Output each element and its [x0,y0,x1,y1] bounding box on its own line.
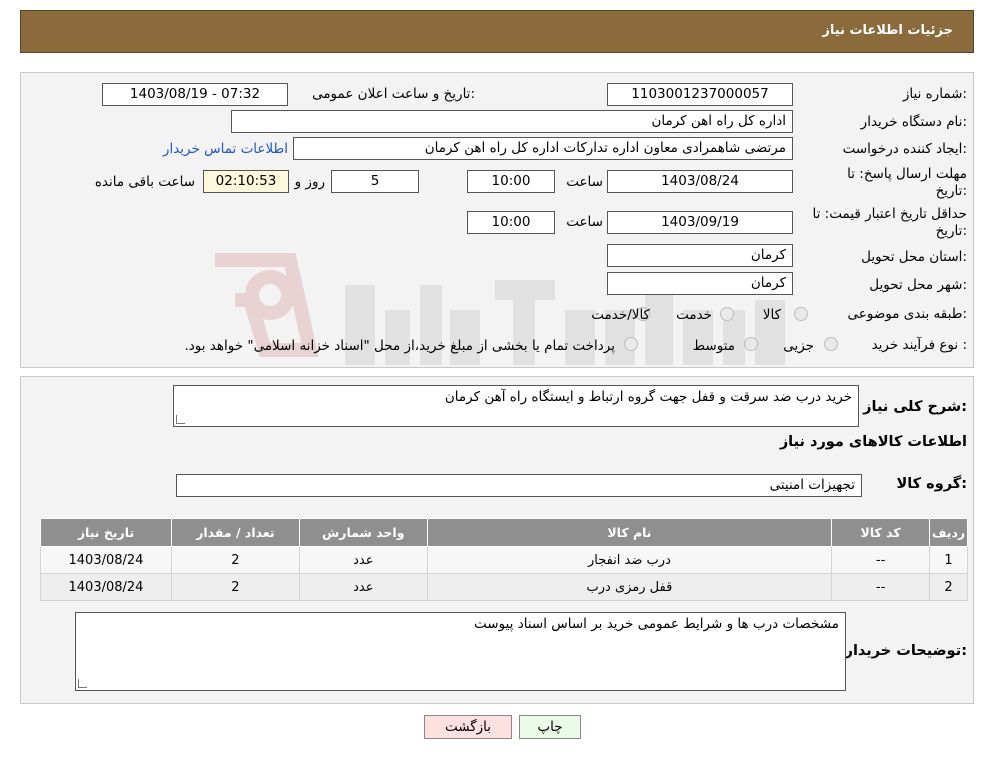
row-cell: قفل رمزی درب [426,573,833,601]
reply-time-label: ساعت [566,174,603,190]
category-option-goods: کالا [762,307,781,323]
requester-field: مرتضی شاهمرادی معاون اداره تدارکات اداره… [293,137,793,160]
summary-text: خرید درب ضد سرقت و قفل جهت گروه ارتباط و… [444,389,852,405]
price-validity-date-field: 1403/09/19 [607,211,793,234]
page-header: جزئیات اطلاعات نیاز [20,10,974,53]
page-title: جزئیات اطلاعات نیاز [822,23,953,38]
goods-table-header: ردیف کد کالا نام کالا واحد شمارش تعداد /… [40,518,968,547]
row-cell: عدد [298,573,428,601]
col-row-number: ردیف [929,518,968,547]
announce-datetime-label: تاریخ و ساعت اعلان عمومی: [312,86,475,102]
need-number-label: شماره نیاز: [902,86,967,102]
province-field: کرمان [607,244,793,267]
row-cell: 2 [170,546,300,574]
col-unit: واحد شمارش [298,518,428,547]
price-validity-time-field: 10:00 [467,211,555,234]
requester-label: ایجاد کننده درخواست: [842,141,967,157]
price-validity-label: حداقل تاریخ اعتبار قیمت: تا [812,206,967,222]
print-button[interactable]: چاپ [519,715,581,739]
remaining-time-field: 02:10:53 [203,170,289,193]
goods-table: ردیف کد کالا نام کالا واحد شمارش تعداد /… [40,518,968,601]
col-item-name: نام کالا [426,518,833,547]
row-cell: 2 [170,573,300,601]
category-radio-goods[interactable] [794,307,808,321]
table-row: 2 -- قفل رمزی درب عدد 2 1403/08/24 [40,573,968,601]
category-radio-service[interactable] [720,307,734,321]
buyer-org-field: اداره کل راه اهن کرمان [231,110,793,133]
buyer-notes-field: مشخصات درب ها و شرایط عمومی خرید بر اساس… [75,612,846,691]
purchase-type-option-minor: جزیی [783,338,814,354]
col-item-code: کد کالا [831,518,931,547]
row-cell: 1403/08/24 [40,546,172,574]
price-validity-time-label: ساعت [566,214,603,230]
treasury-note: پرداخت تمام یا بخشی از مبلغ خرید،از محل … [184,338,615,354]
reply-days-field: 5 [331,170,419,193]
summary-label: شرح کلی نیاز: [863,399,967,415]
back-button[interactable]: بازگشت [424,715,512,739]
reply-date-field: 1403/08/24 [607,170,793,193]
reply-deadline-label: مهلت ارسال پاسخ: تا [847,166,967,182]
need-number-field: 1103001237000057 [607,83,793,106]
purchase-type-option-medium: متوسط [692,338,735,354]
row-cell: 1403/08/24 [40,573,172,601]
purchase-type-radio-medium[interactable] [744,337,758,351]
category-option-goods-service: کالا/خدمت [591,307,650,323]
city-field: کرمان [607,272,793,295]
row-cell: 1 [929,546,968,574]
row-cell: 2 [929,573,968,601]
col-quantity: تعداد / مقدار [170,518,300,547]
city-label: شهر محل تحویل: [869,277,967,293]
goods-group-field: تجهیزات امنیتی [176,474,862,497]
col-need-date: تاریخ نیاز [40,518,172,547]
resize-grip-icon[interactable] [78,679,87,688]
purchase-type-label: نوع فرآیند خرید : [871,337,967,353]
price-validity-label-2: تاریخ: [935,223,967,239]
reply-time-field: 10:00 [467,170,555,193]
days-label: روز و [294,174,325,190]
purchase-type-radio-minor[interactable] [824,337,838,351]
goods-group-label: گروه کالا: [896,476,967,492]
summary-field: خرید درب ضد سرقت و قفل جهت گروه ارتباط و… [173,385,859,427]
buyer-notes-label: توضیحات خریدار: [844,643,967,659]
province-label: استان محل تحویل: [861,249,967,265]
row-cell: عدد [298,546,428,574]
announce-datetime-field: 1403/08/19 - 07:32 [102,83,288,106]
remaining-label: ساعت باقی مانده [94,174,195,190]
goods-info-title: اطلاعات کالاهای مورد نیاز [779,434,967,450]
category-option-service: خدمت [676,307,712,323]
row-cell: درب ضد انفجار [426,546,833,574]
buyer-notes-text: مشخصات درب ها و شرایط عمومی خرید بر اساس… [474,616,839,632]
category-label: طبقه بندی موضوعی: [847,306,967,322]
purchase-type-radio-treasury[interactable] [624,337,638,351]
resize-grip-icon[interactable] [176,415,185,424]
row-cell: -- [831,573,931,601]
buyer-contact-link[interactable]: اطلاعات تماس خریدار [163,141,288,157]
reply-deadline-label-2: تاریخ: [935,183,967,199]
table-row: 1 -- درب ضد انفجار عدد 2 1403/08/24 [40,546,968,574]
row-cell: -- [831,546,931,574]
buyer-org-label: نام دستگاه خریدار: [860,114,967,130]
